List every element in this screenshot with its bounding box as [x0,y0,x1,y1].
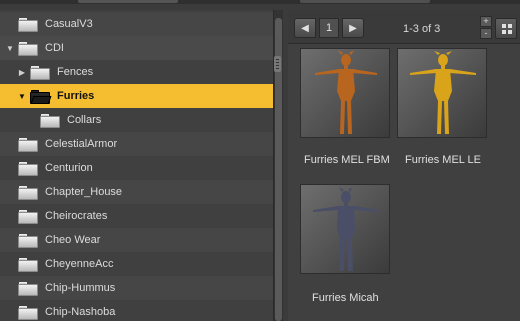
grid-view-button[interactable] [495,18,517,39]
next-page-button[interactable]: ▶ [342,18,364,38]
tree-item-cdi[interactable]: ▼ CDI [0,36,273,60]
figure-preview-icon [410,51,476,134]
tree-item-cheo-wear[interactable]: Cheo Wear [0,228,273,252]
folder-icon [18,233,38,248]
folder-icon [18,209,38,224]
top-tab[interactable] [300,0,430,3]
folder-icon [18,17,38,32]
folder-icon [18,281,38,296]
tree-item-chip-hummus[interactable]: Chip-Hummus [0,276,273,300]
tree-item-casualv3[interactable]: CasualV3 [0,12,273,36]
figure-preview-icon [313,187,379,271]
arrow-left-icon: ◀ [301,22,309,34]
page-info-label: 1-3 of 3 [403,23,441,35]
tree-item-chip-nashoba[interactable]: Chip-Nashoba [0,300,273,321]
collapse-arrow-icon[interactable]: ▶ [17,67,27,77]
tree-item-label: Chip-Nashoba [45,306,116,318]
tree-item-label: Fences [57,66,94,78]
tree-item-label: CasualV3 [45,18,93,30]
tree-item-label: Cheirocrates [45,210,108,222]
tree-item-cheyenneacc[interactable]: CheyenneAcc [0,252,273,276]
folder-icon [18,41,38,56]
tree-item-label: Collars [67,114,102,126]
thumbnail-caption: Furries MEL FBM [304,154,390,166]
previous-page-button[interactable]: ◀ [294,18,316,38]
folder-icon [40,113,60,128]
folder-icon [18,305,38,320]
top-strip [0,0,520,4]
folder-icon [18,161,38,176]
arrow-right-icon: ▶ [349,22,357,34]
grid-view-icon [502,24,512,34]
content-thumbnail[interactable] [300,48,390,138]
tree-item-label: Centurion [45,162,93,174]
content-thumbnail[interactable] [397,48,487,138]
tree-item-label: Chip-Hummus [45,282,116,294]
pane-splitter-handle[interactable] [274,56,281,72]
tree-item-fences[interactable]: ▶ Fences [0,60,273,84]
expand-arrow-icon[interactable]: ▼ [17,91,27,101]
tree-item-collars[interactable]: Collars [0,108,273,132]
tree-item-label: Furries [57,90,95,102]
folder-icon [18,257,38,272]
expand-arrow-icon[interactable]: ▼ [5,43,15,53]
tree-item-label: CDI [45,42,64,54]
tree-item-label: CheyenneAcc [45,258,114,270]
thumbnail-caption: Furries Micah [312,292,379,304]
content-toolbar: ◀ 1 ▶ 1-3 of 3 + - [288,10,520,44]
folder-icon [18,137,38,152]
tree-item-centurion[interactable]: Centurion [0,156,273,180]
zoom-in-button[interactable]: + [480,16,492,27]
open-folder-icon [30,89,52,104]
folder-icon [18,185,38,200]
tree-item-chapter-house[interactable]: Chapter_House [0,180,273,204]
tree-item-furries[interactable]: ▼ Furries [0,84,273,108]
tree-item-label: Chapter_House [45,186,123,198]
folder-icon [30,65,50,80]
page-number[interactable]: 1 [319,18,339,38]
tree-item-label: Cheo Wear [45,234,101,246]
tree-item-celestialarmor[interactable]: CelestialArmor [0,132,273,156]
tree-item-label: CelestialArmor [45,138,118,150]
top-tab[interactable] [78,0,178,3]
content-thumbnail[interactable] [300,184,390,274]
zoom-out-button[interactable]: - [480,28,492,39]
folder-tree: CasualV3 ▼ CDI ▶ Fences ▼ Furries Collar… [0,10,273,321]
tree-item-cheirocrates[interactable]: Cheirocrates [0,204,273,228]
figure-preview-icon [315,50,377,134]
content-pane: ◀ 1 ▶ 1-3 of 3 + - Furries MEL FBM Furri… [288,10,520,321]
thumbnail-caption: Furries MEL LE [405,154,482,166]
